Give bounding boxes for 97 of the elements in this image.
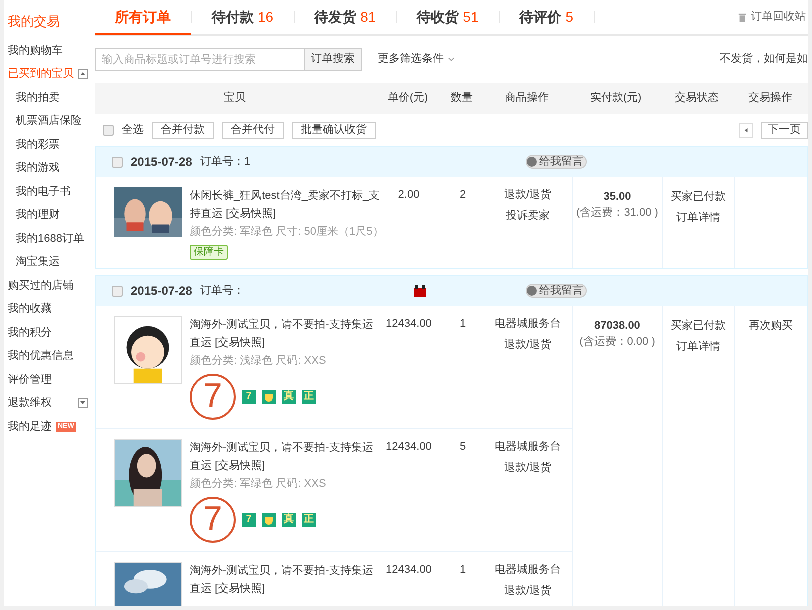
unit-price: 12434.00 [385, 440, 433, 455]
unit-price: 12434.00 [385, 563, 433, 578]
column-header: 数量 [450, 91, 474, 106]
order-number-label: 订单号： [200, 284, 244, 299]
service-tag: 正 [302, 390, 316, 404]
order-tab[interactable]: 待发货 81 [294, 0, 396, 34]
checkbox[interactable] [112, 156, 123, 168]
shipping-fee: (含运费：31.00 ) [576, 206, 658, 220]
order-details-link[interactable]: 订单详情 [676, 338, 720, 355]
order-tab[interactable]: 待收货 51 [397, 0, 499, 34]
sidebar-item[interactable]: 我的积分 [8, 324, 52, 341]
item-operation-link[interactable]: 投诉卖家 [506, 208, 550, 224]
product-title[interactable]: 休闲长裤_狂风test台湾_卖家不打标_支持直运 [交易快照] [190, 187, 384, 223]
sidebar-item[interactable]: 我的优惠信息 [8, 348, 74, 364]
collapse-icon[interactable] [78, 69, 88, 80]
product-attributes: 颜色分类: 浅绿色 尺码: XXS [190, 354, 328, 369]
product-attributes: 颜色分类: 军绿色 尺寸: 50厘米（1尺5） [190, 224, 384, 240]
column-header: 交易操作 [748, 90, 794, 106]
product-title[interactable]: 淘海外-测试宝贝，请不要拍-支持集运直运 [交易快照] [190, 562, 374, 598]
sidebar-subitem[interactable]: 我的1688订单 [8, 230, 92, 247]
shipping-fee: (含运费：0.00 ) [580, 334, 656, 350]
sidebar-subitem[interactable]: 淘宝集运 [8, 254, 92, 270]
service-tag: 7 [242, 513, 256, 527]
sidebar-title: 我的交易 [8, 13, 61, 31]
shield-icon [262, 513, 276, 527]
order-number: 1 [244, 154, 251, 170]
message-button[interactable]: 给我留言 [526, 284, 588, 298]
chevron-down-icon[interactable] [448, 56, 455, 63]
order-number-label: 订单号： [200, 154, 244, 170]
checkbox[interactable] [103, 124, 114, 136]
order-tab[interactable]: 待付款 16 [192, 0, 294, 34]
seven-day-return-badge: 7 [190, 497, 236, 543]
checkbox[interactable] [112, 286, 123, 296]
item-operation-link[interactable]: 电器城服务台 [495, 439, 561, 456]
select-all-label: 全选 [122, 122, 144, 138]
next-page-button[interactable]: 下一页 [761, 122, 808, 138]
sidebar-subitem[interactable]: 我的理财 [8, 207, 92, 224]
order-details-link[interactable]: 订单详情 [676, 210, 720, 226]
quantity: 5 [458, 440, 468, 455]
item-operation-link[interactable]: 退款/退货 [504, 187, 552, 204]
sidebar-subitem[interactable]: 我的游戏 [8, 160, 92, 176]
sidebar-subitem[interactable]: 我的电子书 [8, 184, 92, 200]
recycle-bin-link[interactable]: 订单回收站 [751, 8, 806, 26]
notice-link[interactable]: 不发货，如何是如 [720, 51, 808, 68]
message-button[interactable]: 给我留言 [526, 155, 588, 169]
sidebar-subitem[interactable]: 我的彩票 [8, 136, 92, 153]
order-status: 买家已付款 [671, 318, 726, 334]
column-header: 商品操作 [504, 90, 550, 106]
expand-icon[interactable] [78, 398, 88, 408]
quantity: 1 [458, 563, 468, 578]
order-date: 2015-07-28 [131, 283, 192, 300]
sidebar-item[interactable]: 评价管理 [8, 372, 52, 388]
insurance-badge: 保障卡 [190, 245, 228, 260]
service-tag: 真 [282, 513, 296, 527]
more-filters-dropdown[interactable]: 更多筛选条件 [378, 51, 444, 68]
sidebar-subitem[interactable]: 我的拍卖 [8, 90, 92, 106]
item-operation-link[interactable]: 退款/退货 [504, 582, 552, 599]
column-header: 单价(元) [386, 91, 430, 106]
item-operation-link[interactable]: 电器城服务台 [495, 562, 561, 578]
order-tab[interactable]: 待评价 5 [500, 0, 594, 34]
sidebar-item[interactable]: 我的购物车 [8, 42, 63, 59]
service-tag: 7 [242, 390, 256, 404]
unit-price: 12434.00 [385, 317, 433, 332]
item-operation-link[interactable]: 电器城服务台 [495, 316, 561, 332]
column-header: 实付款(元) [589, 90, 643, 106]
order-status: 买家已付款 [671, 190, 726, 205]
quantity: 2 [458, 188, 468, 203]
product-title[interactable]: 淘海外-测试宝贝，请不要拍-支持集运直运 [交易快照] [190, 439, 374, 475]
search-field[interactable]: 输入商品标题或订单号进行搜索 [95, 48, 305, 71]
service-tag: 真 [282, 390, 296, 404]
shield-icon [262, 390, 276, 404]
product-attributes: 颜色分类: 军绿色 尺码: XXS [190, 476, 328, 492]
item-operation-link[interactable]: 退款/退货 [504, 336, 552, 353]
order-total: 35.00 [604, 190, 632, 205]
trash-icon[interactable] [738, 12, 747, 22]
order-date: 2015-07-28 [131, 154, 192, 171]
sidebar-item[interactable]: 退款维权 [8, 395, 52, 412]
search-button[interactable]: 订单搜索 [305, 48, 362, 71]
batch-button[interactable]: 合并代付 [222, 122, 284, 138]
quantity: 1 [458, 317, 468, 332]
batch-button[interactable]: 批量确认收货 [292, 122, 376, 138]
item-operation-link[interactable]: 退款/退货 [504, 460, 552, 476]
sidebar-item[interactable]: 我的足迹 [8, 418, 52, 435]
seven-day-return-badge: 7 [190, 374, 236, 420]
buy-again-link[interactable]: 再次购买 [749, 318, 793, 334]
sidebar-subitem[interactable]: 机票酒店保险 [8, 113, 92, 130]
order-total: 87038.00 [594, 319, 640, 334]
sidebar-item[interactable]: 我的收藏 [8, 301, 52, 318]
service-tag: 正 [302, 513, 316, 527]
column-header: 交易状态 [674, 90, 720, 106]
unit-price: 2.00 [397, 188, 421, 203]
column-header: 宝贝 [223, 90, 247, 106]
product-title[interactable]: 淘海外-测试宝贝，请不要拍-支持集运直运 [交易快照] [190, 316, 374, 352]
caret-left-icon [744, 128, 748, 132]
batch-button[interactable]: 合并付款 [152, 122, 214, 138]
prev-page-button[interactable] [739, 122, 753, 138]
sidebar-item[interactable]: 购买过的店铺 [8, 278, 74, 294]
